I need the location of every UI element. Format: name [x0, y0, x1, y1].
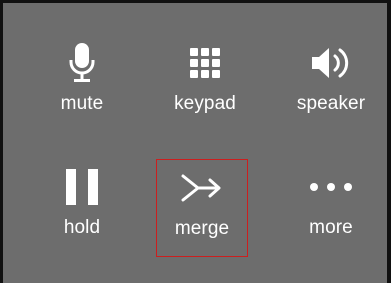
more-dots-icon	[285, 165, 377, 209]
pause-icon	[36, 165, 128, 209]
speaker-button[interactable]: speaker	[285, 35, 377, 133]
call-controls-grid: mute keypad speaker hold merge more	[3, 3, 387, 283]
more-label: more	[309, 217, 353, 238]
call-screen: mute keypad speaker hold merge more	[0, 0, 391, 283]
more-button[interactable]: more	[285, 159, 377, 257]
hold-button[interactable]: hold	[36, 159, 128, 257]
keypad-icon	[159, 41, 251, 85]
keypad-button[interactable]: keypad	[159, 35, 251, 133]
merge-label: merge	[174, 218, 230, 239]
merge-arrow-icon	[157, 166, 247, 210]
merge-button[interactable]: merge	[156, 159, 248, 257]
keypad-label: keypad	[174, 93, 236, 114]
speaker-icon	[285, 41, 377, 85]
hold-label: hold	[63, 217, 101, 238]
mute-label: mute	[60, 93, 104, 114]
mute-button[interactable]: mute	[36, 35, 128, 133]
microphone-icon	[36, 41, 128, 85]
speaker-label: speaker	[296, 93, 366, 114]
